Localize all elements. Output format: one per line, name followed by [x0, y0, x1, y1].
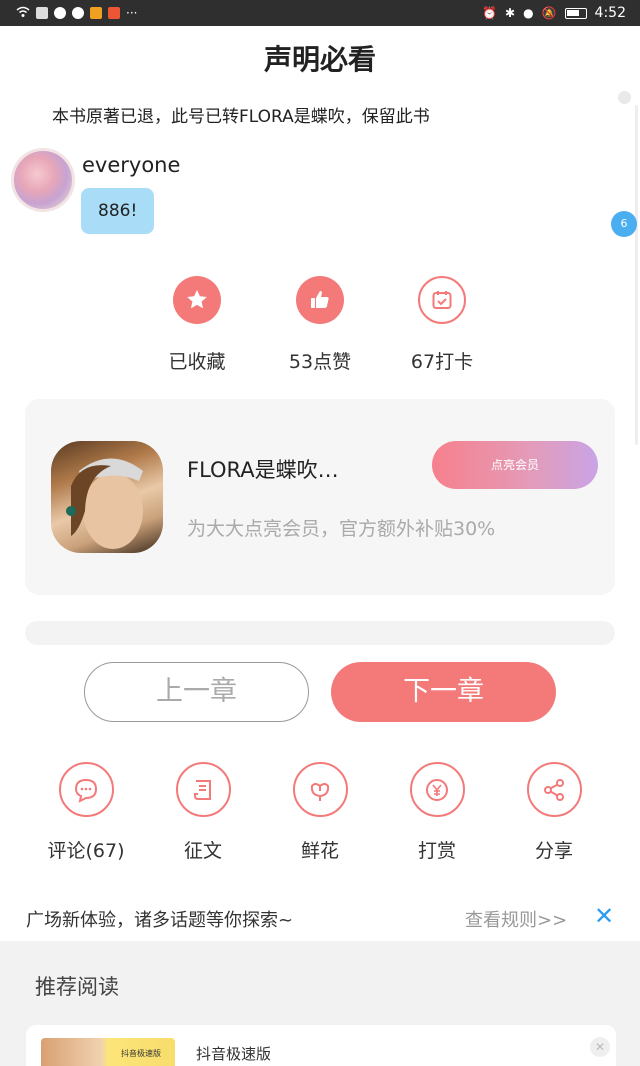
thumbs-up-icon	[296, 276, 344, 324]
plaza-promo-text[interactable]: 广场新体验，诸多话题等你探索~	[26, 906, 293, 932]
notification-app-icon	[36, 7, 48, 19]
checkin-label: 67打卡	[410, 351, 474, 373]
author-member-card: FLORA是蝶吹… 为大大点亮会员，官方额外补贴30% 点亮会员	[25, 399, 615, 595]
comment-label: 评论(67)	[47, 840, 125, 862]
collect-label: 已收藏	[168, 351, 226, 373]
comment-bubble: 886!	[81, 188, 155, 234]
scroll-indicator[interactable]	[618, 91, 631, 104]
flower-label: 鲜花	[300, 840, 339, 862]
comment-icon	[58, 762, 114, 817]
notification-app-icon	[54, 7, 66, 19]
thumbnail-label: 抖音极速版	[121, 1049, 161, 1058]
page-badge[interactable]: 6	[611, 211, 637, 237]
author-name[interactable]: FLORA是蝶吹…	[187, 454, 339, 484]
share-icon	[526, 762, 582, 817]
prev-chapter-button[interactable]: 上一章	[84, 662, 309, 722]
reward-label: 打赏	[417, 840, 456, 862]
essay-label: 征文	[183, 840, 222, 862]
bluetooth-icon: ✱	[505, 6, 516, 20]
next-chapter-button[interactable]: 下一章	[331, 662, 556, 722]
star-icon	[173, 276, 221, 324]
recommend-thumbnail: 抖音极速版	[41, 1038, 175, 1066]
mute-icon: 🔕	[541, 6, 557, 20]
yen-icon	[409, 762, 465, 817]
status-bar: ··· ⏰ ✱ ● 🔕 4:52	[0, 0, 640, 26]
commenter-username: everyone	[82, 153, 181, 177]
reward-button[interactable]: 打赏	[382, 762, 492, 863]
recommend-section: 推荐阅读 抖音极速版 抖音极速版 ✕	[0, 941, 640, 1066]
close-icon[interactable]: ✕	[590, 1037, 610, 1057]
share-label: 分享	[534, 840, 573, 862]
location-icon: ●	[523, 6, 534, 20]
recommend-title: 推荐阅读	[35, 975, 119, 999]
view-rules-link[interactable]: 查看规则>>	[465, 906, 567, 932]
recommend-item-name: 抖音极速版	[196, 1045, 272, 1063]
flower-icon	[292, 762, 348, 817]
member-subtitle: 为大大点亮会员，官方额外补贴30%	[187, 518, 496, 540]
share-button[interactable]: 分享	[499, 762, 609, 863]
collect-button[interactable]: 已收藏	[137, 276, 257, 374]
activate-membership-button[interactable]: 点亮会员	[432, 441, 598, 489]
comment-button[interactable]: 评论(67)	[31, 762, 141, 863]
notice-text: 本书原著已退，此号已转FLORA是蝶吹，保留此书	[52, 107, 430, 127]
status-bar-right: ⏰ ✱ ● 🔕 4:52	[482, 3, 626, 23]
divider-bar	[25, 621, 615, 645]
alarm-icon: ⏰	[482, 6, 498, 20]
notification-app-icon	[108, 7, 120, 19]
close-icon[interactable]: ✕	[594, 902, 614, 930]
battery-icon	[564, 7, 587, 19]
scroll-icon	[175, 762, 231, 817]
essay-button[interactable]: 征文	[148, 762, 258, 863]
like-label: 53点赞	[288, 351, 352, 373]
like-button[interactable]: 53点赞	[260, 276, 380, 374]
author-avatar[interactable]	[51, 441, 163, 553]
calendar-check-icon	[418, 276, 466, 324]
more-notifications: ···	[126, 6, 138, 20]
checkin-button[interactable]: 67打卡	[382, 276, 502, 374]
commenter-avatar[interactable]	[11, 148, 75, 212]
play-icon	[72, 7, 84, 19]
status-bar-left: ···	[16, 4, 137, 22]
notification-app-icon	[90, 7, 102, 19]
clock: 4:52	[594, 5, 626, 21]
flower-button[interactable]: 鲜花	[265, 762, 375, 863]
wifi-icon	[16, 6, 30, 21]
scrollbar[interactable]	[635, 105, 638, 445]
page-title: 声明必看	[263, 43, 376, 76]
recommend-item[interactable]: 抖音极速版 抖音极速版 ✕	[26, 1025, 616, 1066]
